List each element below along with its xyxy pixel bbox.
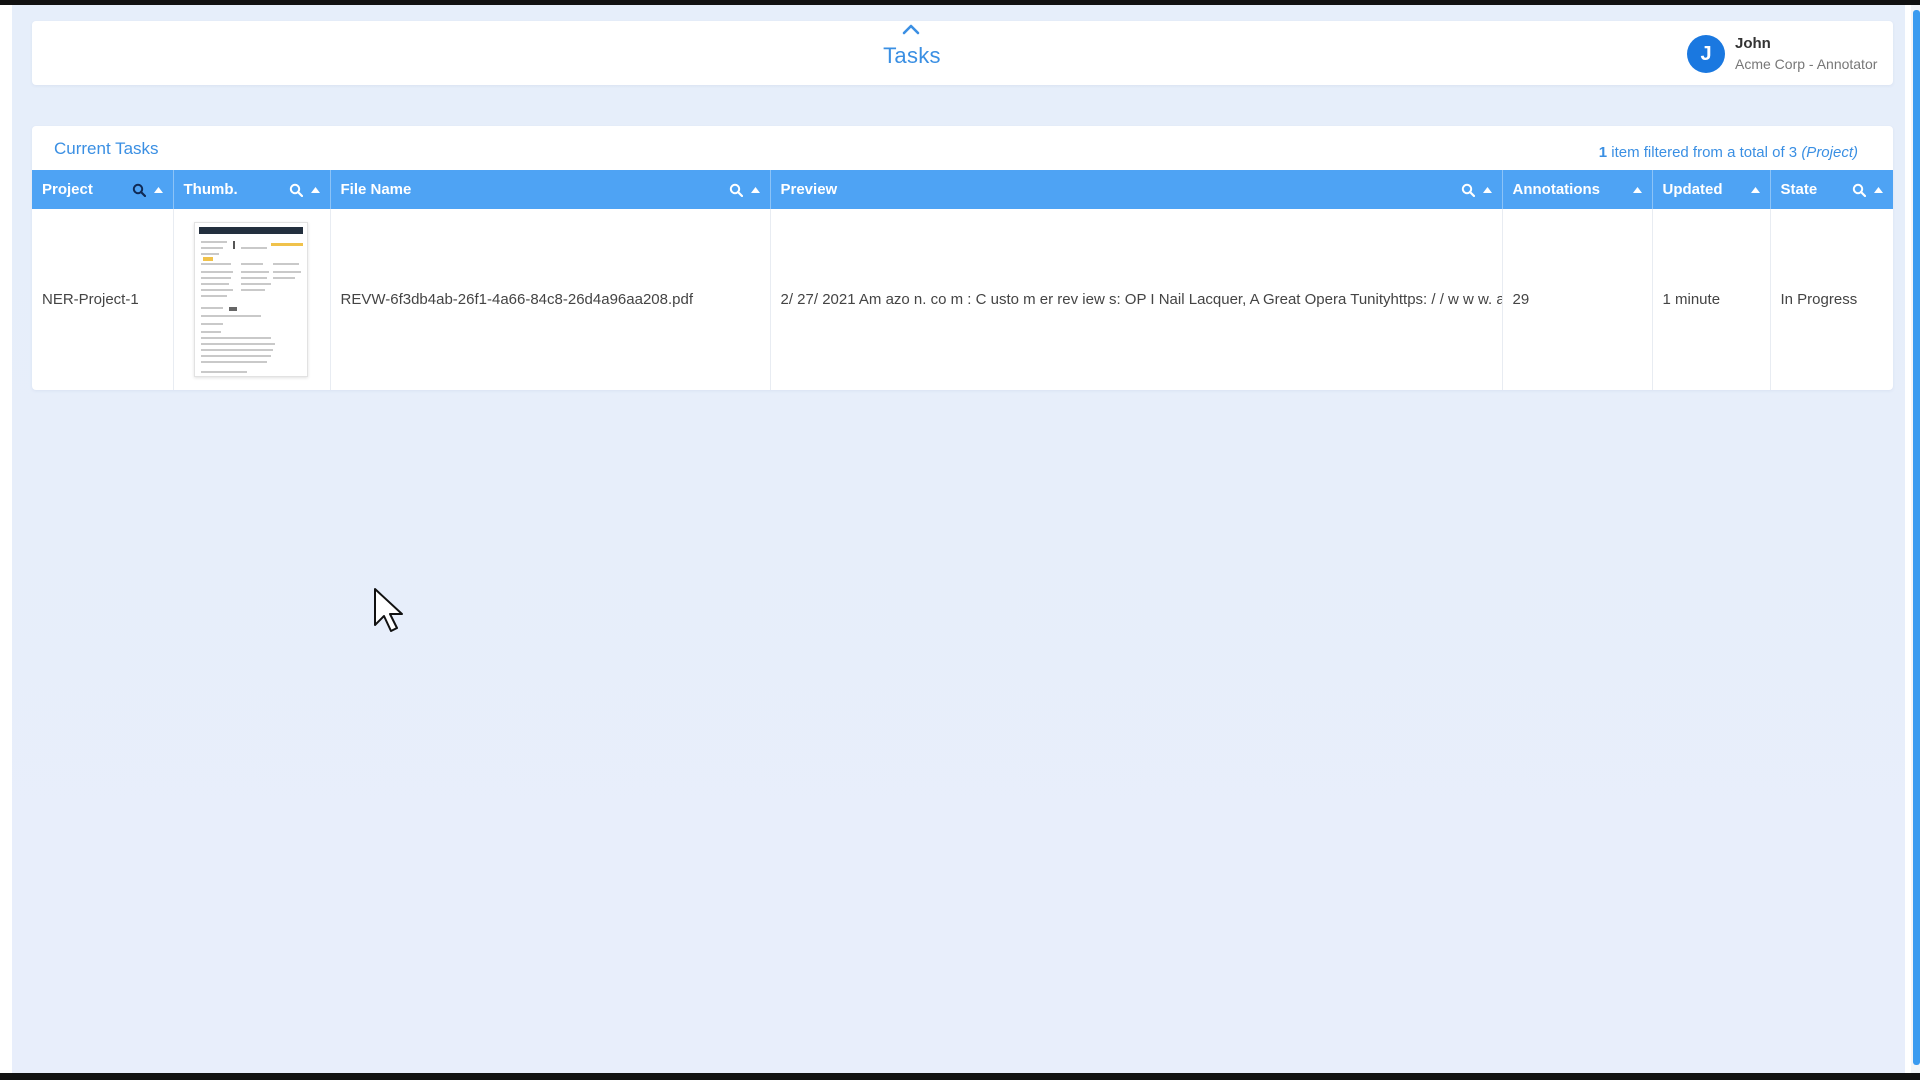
- column-label: Updated: [1662, 181, 1723, 198]
- cell-updated[interactable]: 1 minute: [1652, 209, 1771, 390]
- avatar[interactable]: J: [1687, 35, 1725, 73]
- search-icon[interactable]: [132, 183, 146, 197]
- filter-text: item filtered from a total of 3: [1607, 144, 1802, 161]
- sort-up-icon[interactable]: [1632, 186, 1642, 193]
- column-label: Thumb.: [183, 181, 238, 198]
- tasks-table: Project Thumb. File Name Preview Annotat…: [32, 170, 1893, 390]
- cell-file-name[interactable]: REVW-6f3db4ab-26f1-4a66-84c8-26d4a96aa20…: [330, 209, 771, 390]
- column-label: Annotations: [1512, 181, 1601, 198]
- current-tasks-panel: Current Tasks 1 item filtered from a tot…: [32, 126, 1893, 390]
- column-header-file-name[interactable]: File Name: [330, 170, 771, 209]
- cell-thumb[interactable]: [173, 209, 331, 390]
- sort-up-icon[interactable]: [750, 186, 760, 193]
- top-header: Tasks J John Acme Corp - Annotator: [32, 21, 1893, 85]
- user-name: John: [1735, 35, 1771, 52]
- column-header-thumb[interactable]: Thumb.: [173, 170, 331, 209]
- table-row[interactable]: NER-Project-1 REVW-6f3db4ab-26f1-4a66-84…: [32, 209, 1893, 390]
- sort-up-icon[interactable]: [310, 186, 320, 193]
- cell-annotations[interactable]: 29: [1502, 209, 1653, 390]
- column-label: State: [1780, 181, 1818, 198]
- scrollbar-thumb[interactable]: [1913, 10, 1920, 1065]
- column-label: Project: [42, 181, 93, 198]
- chevron-up-icon[interactable]: [902, 23, 920, 35]
- filter-scope: (Project): [1801, 144, 1858, 161]
- mouse-cursor-icon: [374, 588, 403, 632]
- column-header-annotations[interactable]: Annotations: [1502, 170, 1653, 209]
- sort-up-icon[interactable]: [1874, 186, 1883, 193]
- bottom-edge: [0, 1073, 1920, 1080]
- column-header-state[interactable]: State: [1770, 170, 1893, 209]
- search-icon[interactable]: [289, 183, 303, 197]
- cell-state[interactable]: In Progress: [1770, 209, 1893, 390]
- cell-project[interactable]: NER-Project-1: [32, 209, 174, 390]
- column-header-updated[interactable]: Updated: [1652, 170, 1771, 209]
- column-label: Preview: [780, 181, 838, 198]
- column-header-preview[interactable]: Preview: [770, 170, 1503, 209]
- filter-count: 1: [1598, 144, 1608, 161]
- panel-title: Current Tasks: [54, 139, 159, 158]
- document-thumbnail[interactable]: [193, 222, 308, 377]
- page-title: Tasks: [883, 43, 941, 68]
- cell-preview[interactable]: 2/ 27/ 2021 Am azo n. co m : C usto m er…: [770, 209, 1503, 390]
- sort-up-icon[interactable]: [1750, 186, 1760, 193]
- table-header-row: Project Thumb. File Name Preview Annotat…: [32, 170, 1893, 209]
- filter-summary: 1 item filtered from a total of 3 (Proje…: [1599, 144, 1858, 161]
- search-icon[interactable]: [1461, 183, 1475, 197]
- column-header-project[interactable]: Project: [32, 170, 174, 209]
- sort-up-icon[interactable]: [153, 186, 163, 193]
- user-role: Acme Corp - Annotator: [1735, 56, 1878, 72]
- search-icon[interactable]: [729, 183, 743, 197]
- search-icon[interactable]: [1852, 183, 1866, 197]
- column-label: File Name: [340, 181, 412, 198]
- sort-up-icon[interactable]: [1482, 186, 1492, 193]
